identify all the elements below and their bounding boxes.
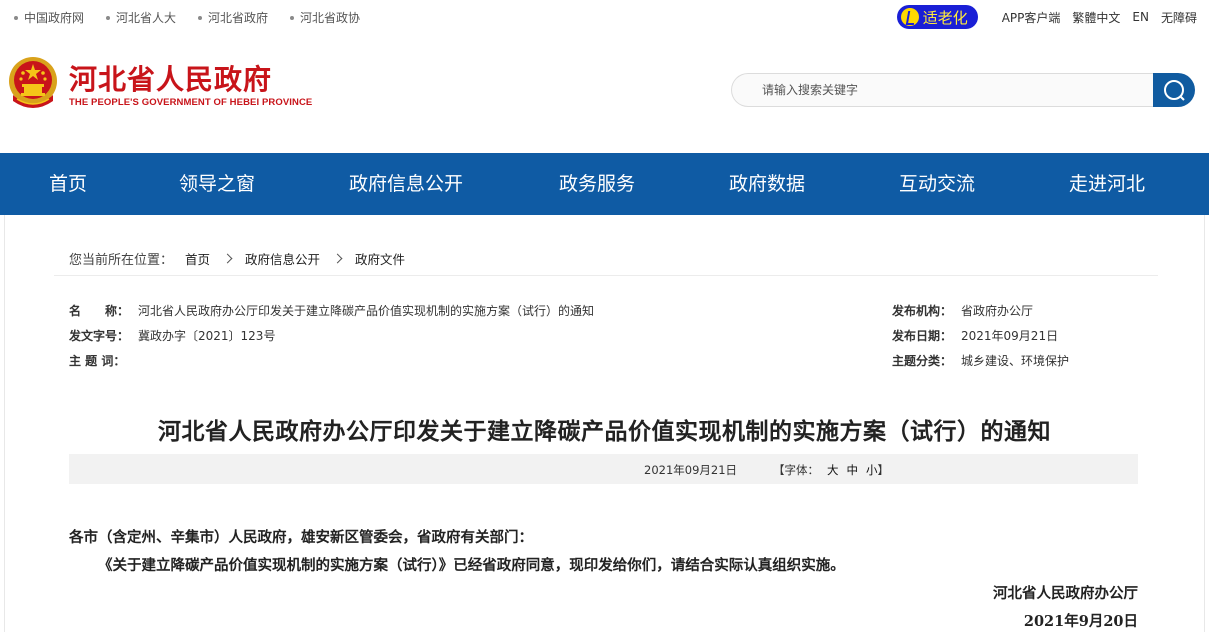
meta-org-row: 发布机构： 省政府办公厅 — [892, 302, 1033, 319]
meta-date-label: 发布日期： — [892, 329, 953, 343]
english-link[interactable]: EN — [1132, 10, 1149, 24]
document-paragraph: 《关于建立降碳产品价值实现机制的实施方案（试行）》已经省政府同意，现印发给你们，… — [98, 557, 845, 574]
elderly-person-icon — [900, 8, 919, 26]
top-right-links: 适老化 APP客户端 繁體中文 EN 无障碍 — [896, 5, 1197, 29]
nav-item-about-hebei[interactable]: 走进河北 — [1069, 153, 1145, 215]
meta-category-value: 城乡建设、环境保护 — [961, 354, 1070, 368]
breadcrumb: 您当前所在位置： 首页 政府信息公开 政府文件 — [69, 249, 405, 268]
nav-item-gov-info[interactable]: 政府信息公开 — [349, 153, 463, 215]
meta-date-row: 发布日期： 2021年09月21日 — [892, 327, 1058, 344]
meta-org-value: 省政府办公厅 — [961, 304, 1034, 318]
elder-mode-button[interactable]: 适老化 — [896, 5, 978, 29]
document-sign-date: 2021年9月20日 — [1023, 613, 1138, 630]
font-medium-button[interactable]: 中 — [847, 462, 859, 478]
meta-date-value: 2021年09月21日 — [961, 329, 1059, 343]
meta-docno-row: 发文字号： 冀政办字〔2021〕123号 — [69, 327, 275, 344]
document-title: 河北省人民政府办公厅印发关于建立降碳产品价值实现机制的实施方案（试行）的通知 — [158, 418, 1051, 445]
toplink-hebei-gov[interactable]: 河北省政府 — [198, 9, 268, 26]
bullet-icon — [290, 15, 295, 20]
font-size-close: 】 — [877, 463, 890, 477]
site-title[interactable]: 河北省人民政府 — [69, 58, 272, 98]
search-box — [731, 73, 1155, 107]
document-date: 2021年09月21日 — [644, 463, 738, 477]
nav-item-home[interactable]: 首页 — [49, 153, 87, 215]
meta-category-row: 主题分类： 城乡建设、环境保护 — [892, 352, 1069, 369]
top-links: 中国政府网 河北省人大 河北省政府 河北省政协 — [14, 9, 382, 26]
breadcrumb-label: 您当前所在位置： — [69, 253, 174, 268]
accessibility-link[interactable]: 无障碍 — [1161, 9, 1197, 26]
traditional-chinese-link[interactable]: 繁體中文 — [1072, 9, 1120, 26]
breadcrumb-gov-docs[interactable]: 政府文件 — [355, 249, 405, 268]
meta-docno-label: 发文字号： — [69, 329, 130, 343]
toplink-label: 河北省政协 — [300, 11, 361, 25]
search-icon — [1164, 80, 1185, 101]
national-emblem-logo[interactable] — [7, 55, 59, 111]
toplink-hebei-cppcc[interactable]: 河北省政协 — [290, 9, 360, 26]
font-large-button[interactable]: 大 — [827, 462, 839, 478]
meta-category-label: 主题分类： — [892, 354, 953, 368]
meta-org-label: 发布机构： — [892, 304, 953, 318]
bullet-icon — [198, 15, 203, 20]
meta-subject-label: 主 题 词： — [69, 354, 126, 368]
nav-item-interaction[interactable]: 互动交流 — [899, 153, 975, 215]
nav-item-leaders[interactable]: 领导之窗 — [179, 153, 255, 215]
site-subtitle: THE PEOPLE'S GOVERNMENT OF HEBEI PROVINC… — [69, 97, 313, 108]
document-salutation: 各市（含定州、辛集市）人民政府，雄安新区管委会，省政府有关部门： — [69, 529, 533, 546]
document-signer: 河北省人民政府办公厅 — [993, 585, 1138, 602]
main-nav: 首页 领导之窗 政府信息公开 政务服务 政府数据 互动交流 走进河北 — [0, 153, 1209, 215]
chevron-right-icon — [222, 253, 233, 264]
meta-subject-row: 主 题 词： — [69, 352, 138, 369]
elder-mode-label: 适老化 — [922, 8, 968, 27]
toplink-label: 河北省政府 — [208, 11, 269, 25]
font-size-label: 【字体： — [773, 463, 819, 477]
nav-item-data[interactable]: 政府数据 — [729, 153, 805, 215]
toplink-gov-cn[interactable]: 中国政府网 — [14, 9, 84, 26]
meta-name-value: 河北省人民政府办公厅印发关于建立降碳产品价值实现机制的实施方案（试行）的通知 — [138, 304, 595, 318]
document-info-bar: 2021年09月21日 【字体： 大 中 小 】 — [69, 454, 1138, 484]
toplink-label: 中国政府网 — [24, 11, 85, 25]
meta-name-label: 名 称： — [69, 304, 130, 318]
toplink-label: 河北省人大 — [116, 11, 177, 25]
font-size-controls: 【字体： 大 中 小 】 — [773, 462, 889, 478]
font-small-button[interactable]: 小 — [866, 462, 878, 478]
chevron-right-icon — [332, 253, 343, 264]
breadcrumb-home[interactable]: 首页 — [185, 249, 210, 268]
top-bar: 中国政府网 河北省人大 河北省政府 河北省政协 适老化 APP客户端 繁體中文 … — [0, 0, 1209, 34]
toplink-hebei-npc[interactable]: 河北省人大 — [106, 9, 176, 26]
search-button[interactable] — [1153, 73, 1195, 107]
bullet-icon — [14, 15, 18, 20]
search-input[interactable] — [732, 74, 1155, 106]
breadcrumb-gov-info[interactable]: 政府信息公开 — [245, 249, 320, 268]
meta-docno-value: 冀政办字〔2021〕123号 — [138, 329, 276, 343]
app-client-link[interactable]: APP客户端 — [1002, 9, 1061, 26]
bullet-icon — [106, 15, 111, 20]
nav-item-services[interactable]: 政务服务 — [559, 153, 635, 215]
meta-name-row: 名 称： 河北省人民政府办公厅印发关于建立降碳产品价值实现机制的实施方案（试行）的… — [69, 302, 594, 319]
breadcrumb-divider — [54, 275, 1158, 276]
